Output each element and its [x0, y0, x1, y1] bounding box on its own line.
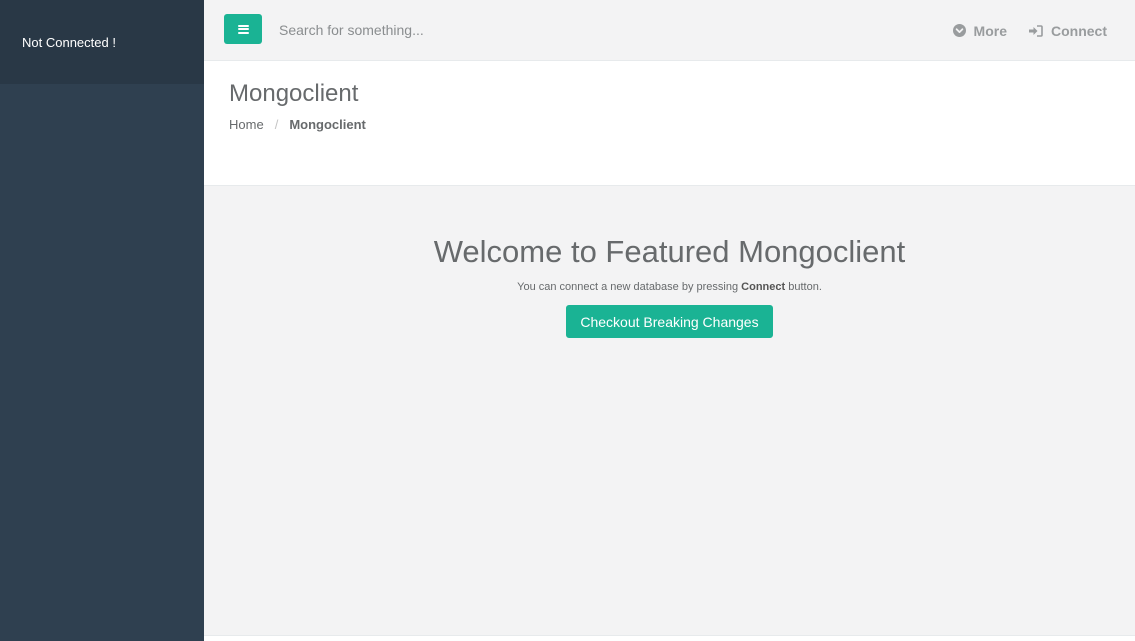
chevron-circle-down-icon	[952, 24, 966, 37]
main-content: Welcome to Featured Mongoclient You can …	[204, 186, 1135, 636]
connection-status: Not Connected !	[22, 35, 116, 50]
breadcrumb-home-link[interactable]: Home	[229, 117, 264, 132]
sidebar-header: Not Connected !	[0, 0, 204, 84]
more-label: More	[973, 22, 1007, 39]
breadcrumb-separator: /	[274, 117, 279, 132]
page-heading: Mongoclient Home / Mongoclient	[204, 61, 1135, 186]
welcome-text-after: button.	[788, 281, 822, 293]
navbar-right: More Connect	[952, 0, 1107, 61]
bars-icon	[237, 24, 249, 34]
page-title: Mongoclient	[229, 80, 359, 107]
checkout-breaking-changes-button[interactable]: Checkout Breaking Changes	[566, 305, 773, 338]
sidebar-toggle-button[interactable]	[224, 14, 262, 44]
welcome-text-connect: Connect	[741, 281, 786, 293]
welcome-text-before: You can connect a new database by pressi…	[517, 281, 739, 293]
connect-link[interactable]: Connect	[1029, 23, 1107, 39]
welcome-text: You can connect a new database by pressi…	[204, 281, 1135, 293]
sign-in-icon	[1029, 24, 1043, 37]
search-input[interactable]	[274, 16, 794, 44]
more-menu-link[interactable]: More	[952, 22, 1007, 39]
breadcrumb: Home / Mongoclient	[229, 117, 1110, 132]
connect-label: Connect	[1051, 22, 1107, 39]
welcome-title: Welcome to Featured Mongoclient	[433, 234, 906, 269]
breadcrumb-current: Mongoclient	[289, 117, 366, 132]
top-navbar: More Connect	[204, 0, 1135, 61]
sidebar: Not Connected !	[0, 0, 204, 641]
footer-divider	[204, 635, 1135, 641]
